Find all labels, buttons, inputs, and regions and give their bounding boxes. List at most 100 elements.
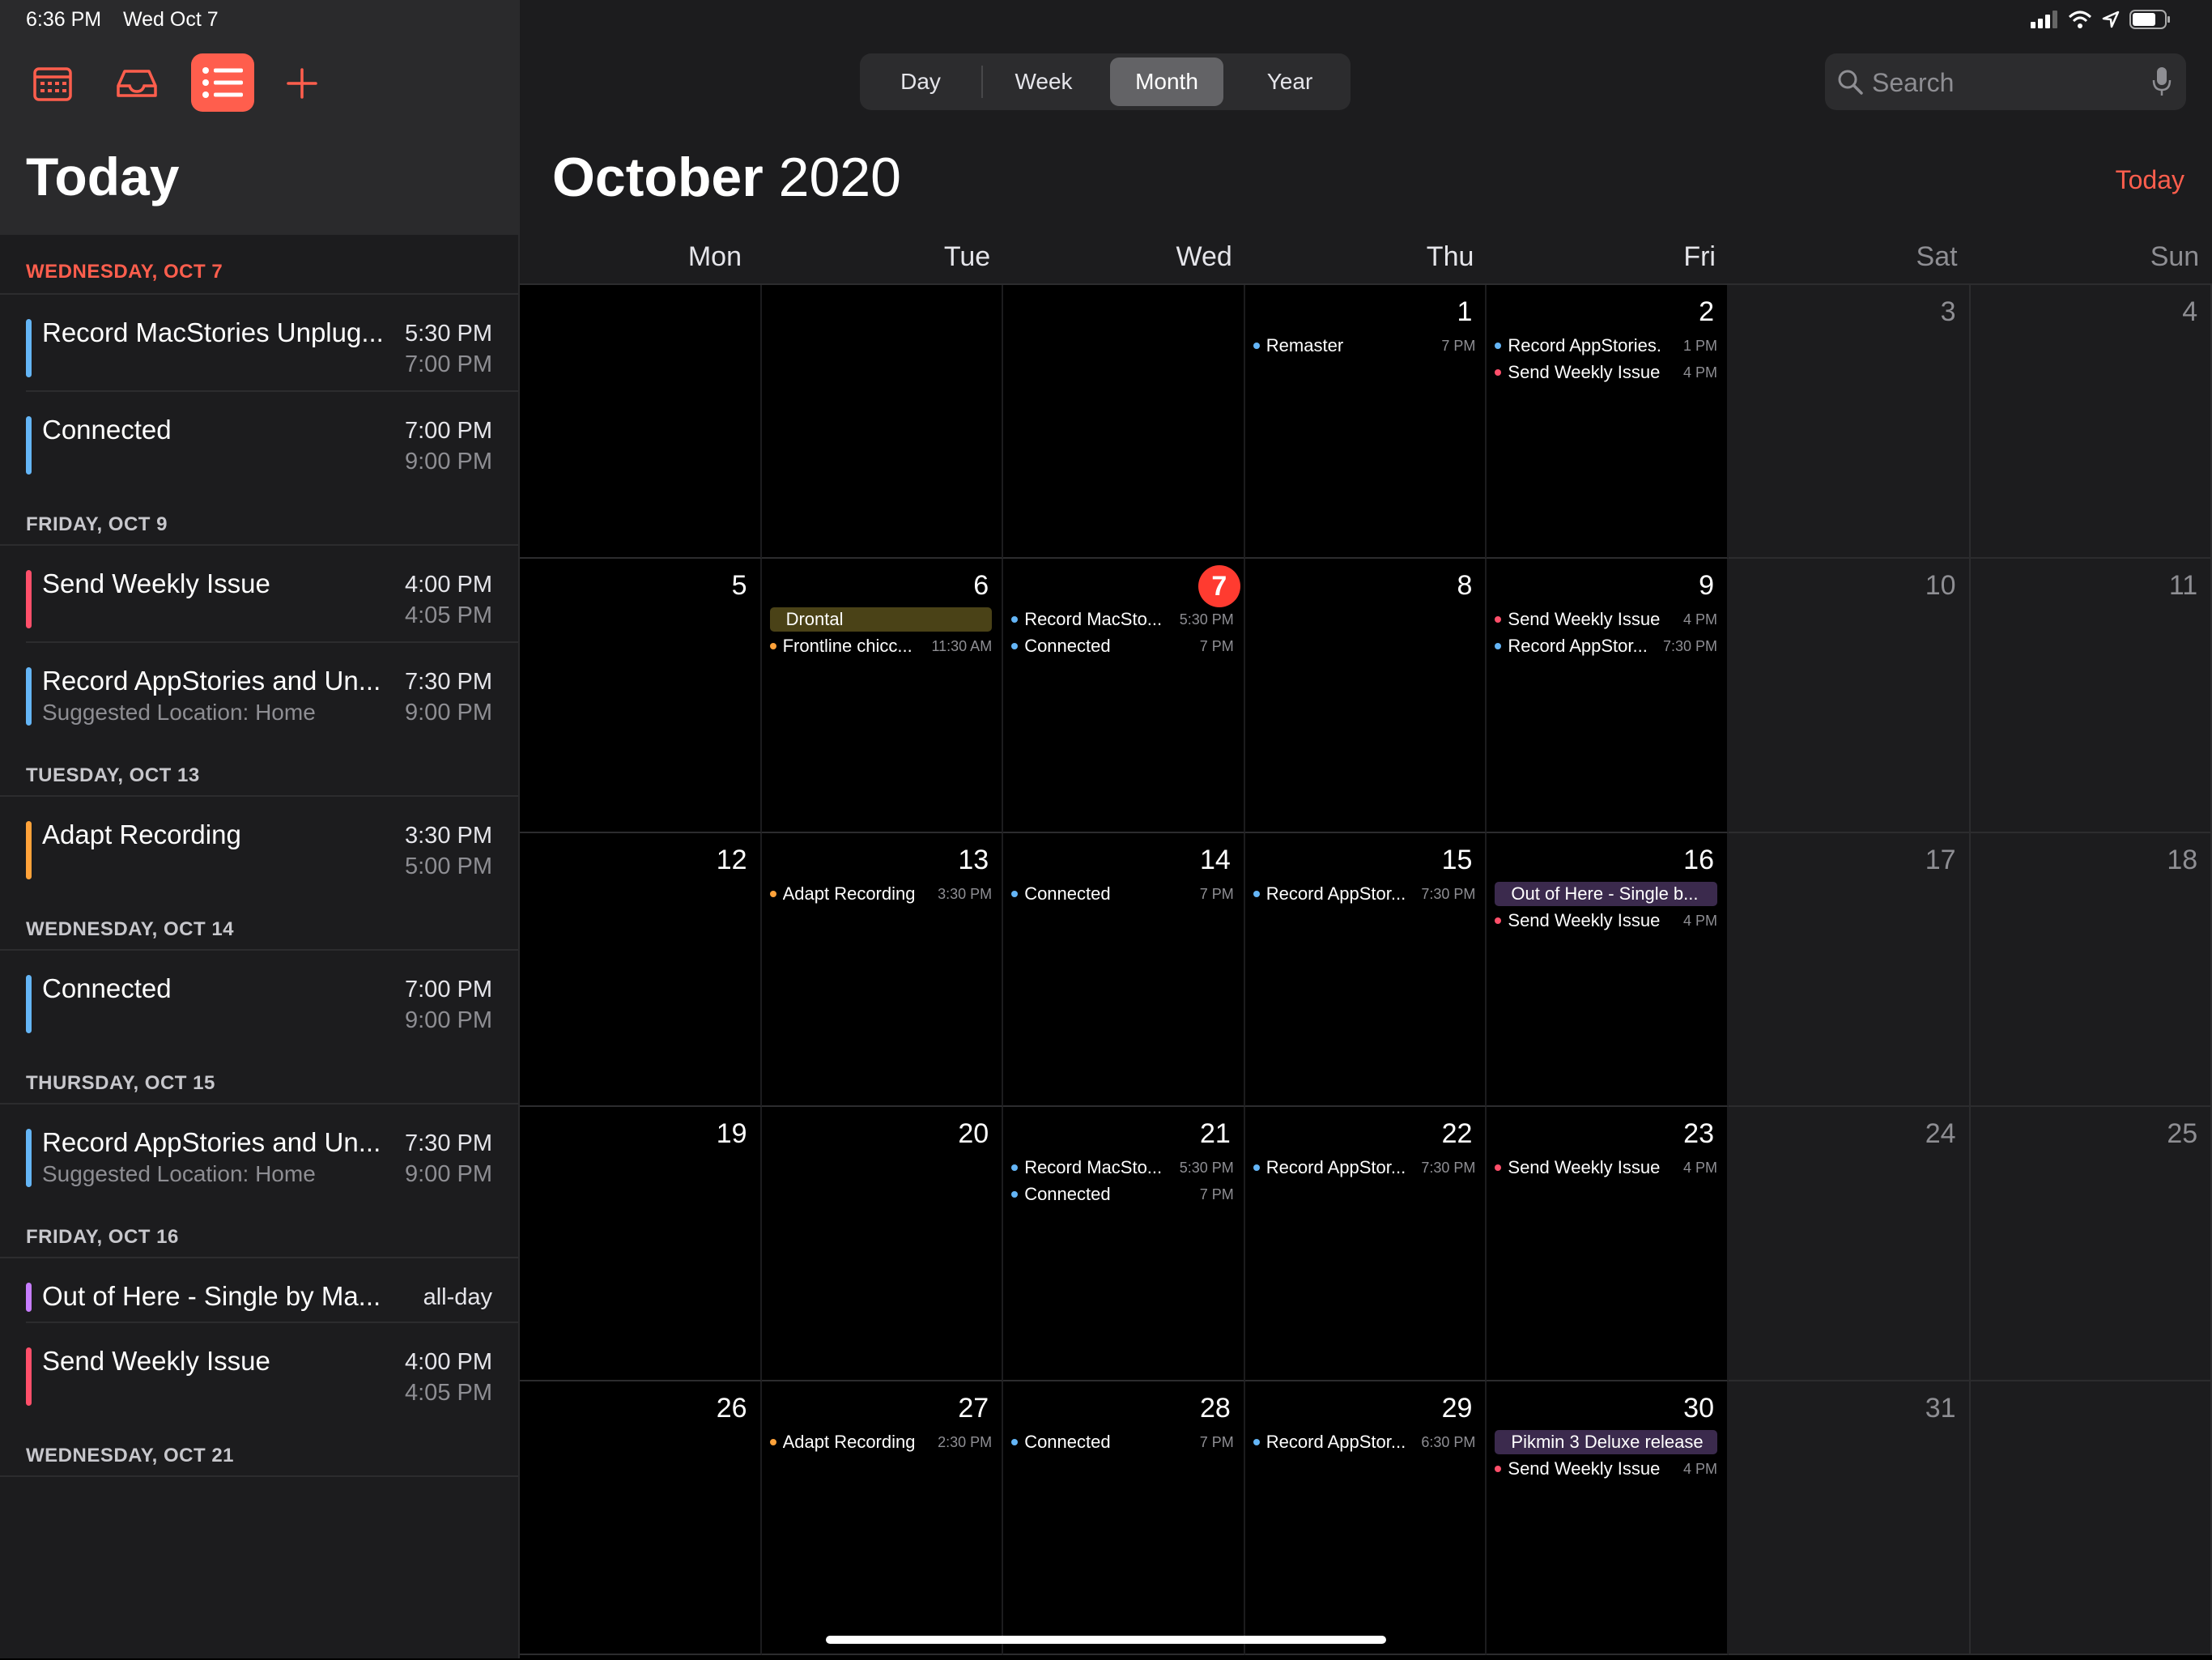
calendar-event[interactable]: Connected 7 PM (1011, 1182, 1234, 1207)
all-day-event[interactable]: Out of Here - Single b... (1495, 881, 1717, 906)
calendar-event[interactable]: Send Weekly Issue 4 PM (1495, 909, 1717, 933)
event-dot-icon (1253, 1164, 1260, 1172)
calendar-event[interactable]: Send Weekly Issue 4 PM (1495, 1156, 1717, 1180)
day-cell[interactable]: 13 Adapt Recording 3:30 PM (761, 832, 1004, 1108)
search-input[interactable] (1870, 53, 2133, 112)
day-cell[interactable]: 5 (520, 559, 762, 833)
day-cell[interactable]: 27 Adapt Recording 2:30 PM (761, 1381, 1004, 1655)
event-row[interactable]: Record MacStories Unplug... 5:30 PM 7:00 P… (26, 295, 518, 392)
tab-week[interactable]: Week (987, 57, 1100, 106)
event-name: Record AppStor... (1266, 883, 1406, 904)
day-cell[interactable]: 14 Connected 7 PM (1003, 832, 1245, 1108)
day-cell[interactable]: 19 (520, 1107, 762, 1381)
calendar-event[interactable]: Remaster 7 PM (1253, 334, 1475, 358)
today-button[interactable]: Today (2116, 165, 2184, 195)
day-cell[interactable] (520, 285, 762, 560)
date-number: 5 (731, 570, 747, 602)
event-row[interactable]: Connected 7:00 PM 9:00 PM (26, 951, 518, 1048)
day-cell[interactable]: 7 Record MacSto... 5:30 PM Connected 7 PM (1003, 559, 1245, 833)
day-cell[interactable]: 9 Send Weekly Issue 4 PM Record AppStor... 7… (1487, 559, 1729, 833)
day-cell[interactable]: 28 Connected 7 PM (1003, 1381, 1245, 1655)
calendar-event[interactable]: Adapt Recording 2:30 PM (769, 1430, 993, 1454)
day-cell[interactable]: 4 (1970, 285, 2212, 560)
event-time: 4 PM (1682, 1460, 1717, 1477)
day-cell[interactable] (761, 285, 1004, 560)
calendar-event[interactable]: Send Weekly Issue 4 PM (1495, 1457, 1717, 1481)
calendar-event[interactable]: Record MacSto... 5:30 PM (1011, 1156, 1234, 1180)
weekday-label: Sat (1916, 241, 1958, 272)
event-name: Connected (1024, 636, 1111, 657)
date-number: 11 (2168, 570, 2198, 602)
home-indicator[interactable] (826, 1636, 1386, 1644)
event-row[interactable]: Record AppStories and Un... Suggested Loc… (26, 643, 518, 740)
day-cell[interactable]: 2 Record AppStories... 1 PM Send Weekly Iss… (1487, 285, 1729, 560)
event-title: Record AppStories and Un... (42, 666, 381, 696)
day-cell[interactable]: 24 (1729, 1107, 1971, 1381)
day-cell[interactable]: 16 Out of Here - Single b... Send Weekly I… (1487, 832, 1729, 1108)
tab-day[interactable]: Day (864, 57, 977, 106)
weekday-label: Mon (687, 241, 742, 272)
day-cell[interactable]: 3 (1729, 285, 1971, 560)
event-start-time: all-day (423, 1284, 492, 1310)
day-cell[interactable]: 10 (1729, 559, 1971, 833)
event-row[interactable]: Send Weekly Issue 4:00 PM 4:05 PM (26, 1323, 518, 1420)
day-cell[interactable]: 18 (1970, 832, 2212, 1108)
plus-icon[interactable] (272, 53, 332, 113)
day-cell[interactable] (1970, 1381, 2212, 1655)
all-day-event[interactable]: Drontal (769, 607, 993, 632)
calendar-event[interactable]: Connected 7 PM (1011, 882, 1234, 906)
day-cell[interactable]: 11 (1970, 559, 2212, 833)
calendar-event[interactable]: Record AppStor... 7:30 PM (1253, 1156, 1475, 1180)
day-cell[interactable]: 31 (1729, 1381, 1971, 1655)
event-row[interactable]: Record AppStories and Un... Suggested Loc… (26, 1105, 518, 1202)
event-end-time: 9:00 PM (405, 449, 492, 475)
calendar-event[interactable]: Record AppStor... 6:30 PM (1253, 1430, 1475, 1454)
day-cell[interactable]: 1 Remaster 7 PM (1244, 285, 1487, 560)
calendar-event[interactable]: Connected 7 PM (1011, 1430, 1234, 1454)
day-cell[interactable] (1003, 285, 1245, 560)
calendar-event[interactable]: Send Weekly Issue 4 PM (1495, 607, 1717, 632)
event-row[interactable]: Adapt Recording 3:30 PM 5:00 PM (26, 797, 518, 894)
tab-month[interactable]: Month (1110, 57, 1223, 106)
day-cell[interactable]: 23 Send Weekly Issue 4 PM (1487, 1107, 1729, 1381)
all-day-event[interactable]: Pikmin 3 Deluxe release (1495, 1429, 1717, 1454)
calendar-event[interactable]: Connected 7 PM (1011, 634, 1234, 658)
event-dot-icon (1011, 890, 1019, 897)
day-cell[interactable]: 15 Record AppStor... 7:30 PM (1244, 832, 1487, 1108)
day-cell[interactable]: 12 (520, 832, 762, 1108)
day-cell[interactable]: 22 Record AppStor... 7:30 PM (1244, 1107, 1487, 1381)
calendar-event[interactable]: Send Weekly Issue 4 PM (1495, 360, 1717, 385)
event-dot-icon (1495, 369, 1502, 376)
day-cell[interactable]: 6 Drontal Frontline chicc... 11:30 AM (761, 559, 1004, 833)
calendar-event[interactable]: Record AppStor... 7:30 PM (1495, 634, 1717, 658)
event-row[interactable]: Out of Here - Single by Ma... all-day (26, 1258, 518, 1323)
year: 2020 (778, 147, 901, 208)
search-field[interactable] (1825, 53, 2186, 112)
day-cell[interactable]: 21 Record MacSto... 5:30 PM Connected 7 PM (1003, 1107, 1245, 1381)
day-cell[interactable]: 8 (1244, 559, 1487, 833)
calendar-event[interactable]: Adapt Recording 3:30 PM (769, 882, 992, 906)
list-icon[interactable] (191, 53, 254, 112)
day-cell[interactable]: 29 Record AppStor... 6:30 PM (1244, 1381, 1487, 1655)
inbox-icon[interactable] (107, 53, 167, 113)
day-cell[interactable]: 30 Pikmin 3 Deluxe release Send Weekly Iss… (1487, 1381, 1729, 1655)
event-name: Send Weekly Issue (1508, 1157, 1661, 1178)
calendar-icon[interactable] (23, 53, 83, 113)
microphone-icon[interactable] (2152, 66, 2172, 97)
day-cell[interactable]: 26 (520, 1381, 762, 1655)
calendar-event[interactable]: Record AppStor... 7:30 PM (1253, 882, 1475, 906)
day-cell[interactable]: 25 (1970, 1107, 2212, 1381)
event-row[interactable]: Send Weekly Issue 4:00 PM 4:05 PM (26, 546, 518, 643)
calendar-event[interactable]: Record AppStories... 1 PM (1495, 334, 1717, 358)
date-number: 25 (2167, 1118, 2198, 1150)
event-time: 2:30 PM (938, 1433, 993, 1450)
event-start-time: 7:00 PM (405, 977, 492, 1002)
day-cell[interactable]: 17 (1729, 832, 1971, 1108)
event-row[interactable]: Connected 7:00 PM 9:00 PM (26, 392, 518, 489)
calendar-event[interactable]: Record MacSto... 5:30 PM (1011, 607, 1234, 632)
calendar-event[interactable]: Frontline chicc... 11:30 AM (769, 634, 992, 658)
day-cell[interactable]: 20 (761, 1107, 1004, 1381)
battery-icon (2129, 10, 2170, 29)
tab-year[interactable]: Year (1233, 57, 1346, 106)
day-section-header: WEDNESDAY, OCT 21 (0, 1420, 518, 1477)
